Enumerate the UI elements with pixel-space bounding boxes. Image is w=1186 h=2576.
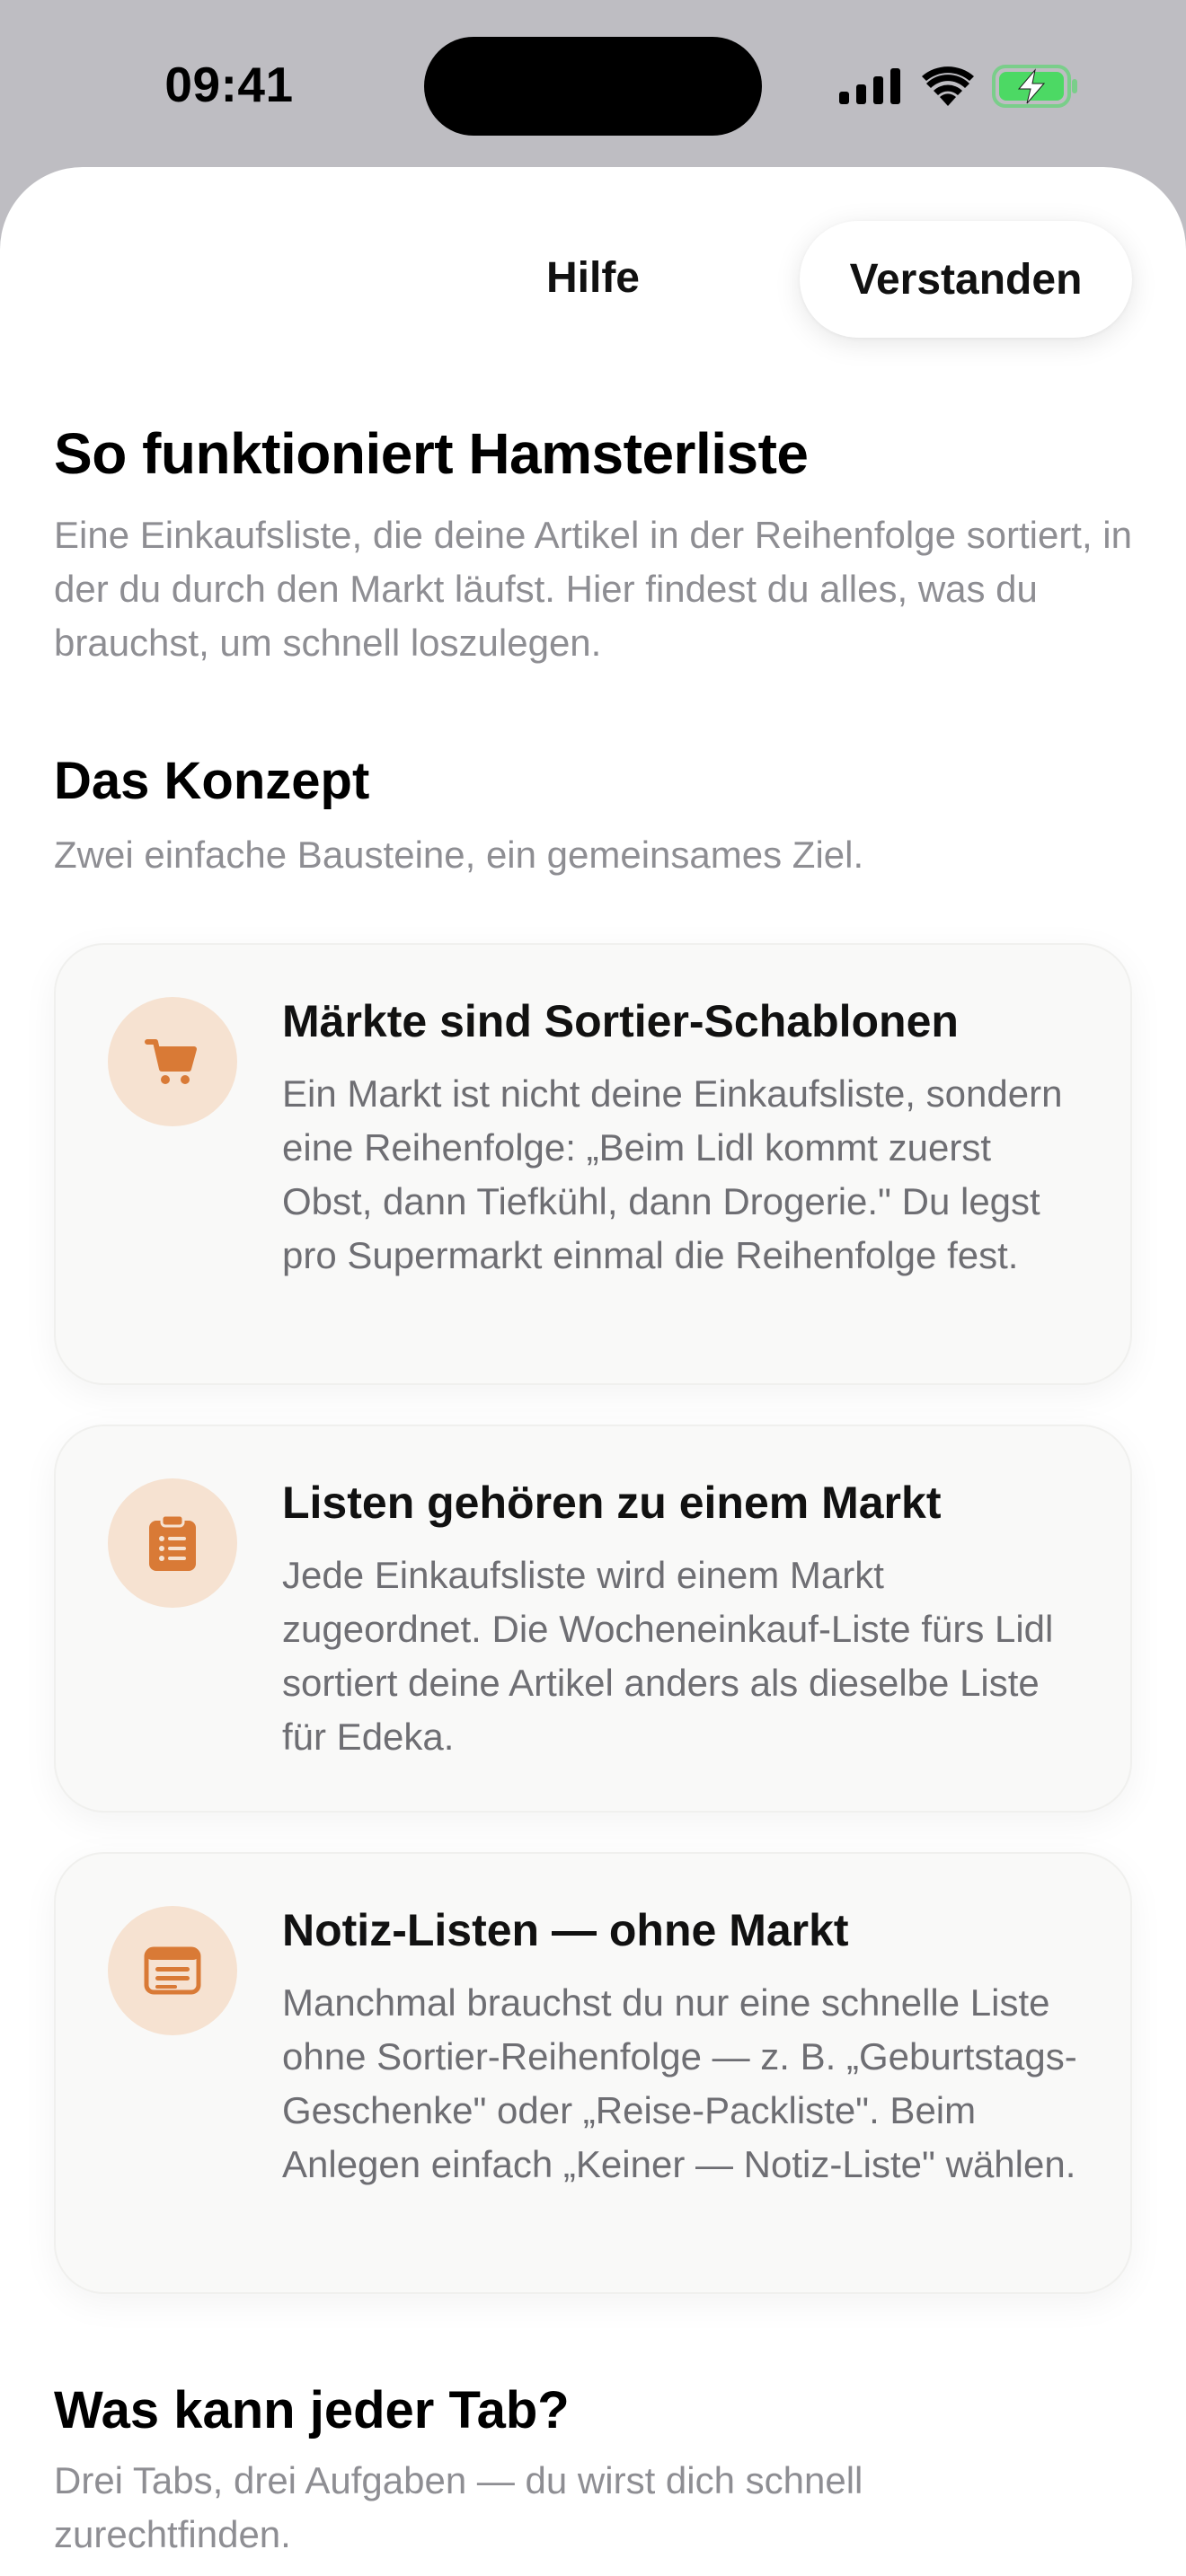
confirm-button[interactable]: Verstanden (800, 221, 1132, 338)
page-title: So funktioniert Hamsterliste (54, 421, 809, 486)
status-bar: 09:41 (0, 0, 1186, 167)
card-title: Märkte sind Sortier-Schablonen (282, 996, 959, 1046)
concept-card-markets: Märkte sind Sortier-Schablonen Ein Markt… (54, 943, 1132, 1385)
status-time: 09:41 (164, 57, 294, 112)
shopping-cart-icon (108, 997, 237, 1126)
card-title: Listen gehören zu einem Markt (282, 1478, 942, 1528)
cellular-signal-icon (839, 68, 900, 104)
dynamic-island (424, 37, 762, 136)
concept-heading: Das Konzept (54, 752, 370, 810)
battery-charging-icon (992, 65, 1077, 108)
card-text: Ein Markt ist nicht deine Einkaufsliste,… (282, 1072, 1063, 1276)
help-sheet: Hilfe Verstanden So funktioniert Hamster… (0, 167, 1186, 2576)
card-text: Manchmal brauchst du nur eine schnelle L… (282, 1981, 1077, 2185)
card-text: Jede Einkaufsliste wird einem Markt zuge… (282, 1554, 1054, 1758)
clipboard-list-icon (108, 1478, 237, 1608)
intro-text: Eine Einkaufsliste, die deine Artikel in… (54, 514, 1132, 664)
concept-card-lists: Listen gehören zu einem Markt Jede Einka… (54, 1425, 1132, 1813)
note-icon (108, 1906, 237, 2035)
concept-card-notes: Notiz-Listen — ohne Markt Manchmal brauc… (54, 1852, 1132, 2294)
tabs-heading: Was kann jeder Tab? (54, 2381, 570, 2439)
concept-subtitle: Zwei einfache Bausteine, ein gemeinsames… (54, 834, 864, 876)
wifi-icon (922, 66, 974, 106)
tabs-subtitle: Drei Tabs, drei Aufgaben — du wirst dich… (54, 2459, 863, 2555)
nav-title: Hilfe (545, 254, 640, 302)
card-title: Notiz-Listen — ohne Markt (282, 1905, 849, 1955)
